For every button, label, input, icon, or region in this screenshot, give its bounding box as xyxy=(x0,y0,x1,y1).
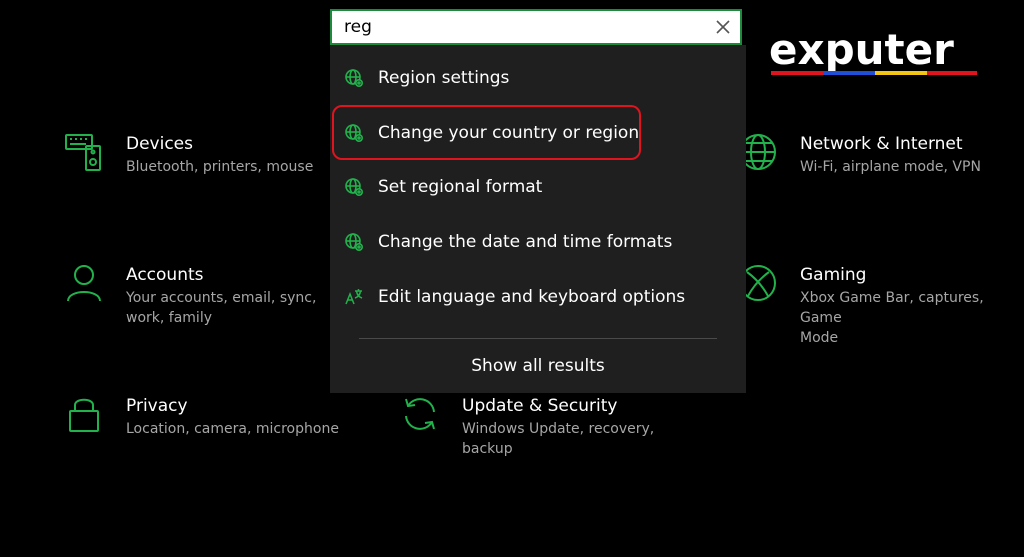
tile-subtitle: Location, camera, microphone xyxy=(126,421,339,437)
tile-update-security[interactable]: Update & Security Windows Update, recove… xyxy=(400,394,654,459)
tile-subtitle-line-1: Your accounts, email, sync, xyxy=(126,290,317,306)
tile-subtitle-line-1: Windows Update, recovery, xyxy=(462,421,655,437)
language-icon xyxy=(344,287,364,307)
tile-title: Update & Security xyxy=(462,396,618,416)
tile-title: Network & Internet xyxy=(800,134,963,154)
result-label: Edit language and keyboard options xyxy=(378,287,686,307)
tile-subtitle-line-1: Xbox Game Bar, captures, Game xyxy=(800,290,984,326)
close-icon[interactable] xyxy=(714,18,732,36)
tile-subtitle-line-2: work, family xyxy=(126,310,212,326)
globe-settings-icon xyxy=(344,68,364,88)
result-label: Change the date and time formats xyxy=(378,232,673,252)
logo-text: exputer xyxy=(769,30,954,74)
tile-title: Privacy xyxy=(126,396,188,416)
tile-accounts[interactable]: Accounts Your accounts, email, sync, wor… xyxy=(64,263,316,328)
tile-privacy[interactable]: Privacy Location, camera, microphone xyxy=(64,394,339,439)
tile-subtitle: Bluetooth, printers, mouse xyxy=(126,159,314,175)
tile-subtitle-line-2: Mode xyxy=(800,330,839,346)
tile-network[interactable]: Network & Internet Wi-Fi, airplane mode,… xyxy=(738,132,981,177)
person-icon xyxy=(64,263,104,303)
search-input[interactable] xyxy=(344,11,704,43)
exputer-logo: exputer xyxy=(767,30,981,82)
result-label: Change your country or region xyxy=(378,123,640,143)
result-label: Set regional format xyxy=(378,177,543,197)
result-edit-language-keyboard[interactable]: Edit language and keyboard options xyxy=(330,274,746,320)
sync-icon xyxy=(400,394,440,434)
globe-settings-icon xyxy=(344,232,364,252)
result-change-country-region[interactable]: Change your country or region xyxy=(330,110,746,156)
result-set-regional-format[interactable]: Set regional format xyxy=(330,164,746,210)
tile-title: Gaming xyxy=(800,265,867,285)
search-box xyxy=(330,9,742,45)
results-divider xyxy=(359,338,717,339)
lock-icon xyxy=(64,394,104,434)
search-results-panel: Region settings Change your country or r… xyxy=(330,45,746,393)
devices-icon xyxy=(64,132,104,172)
tile-gaming[interactable]: Gaming Xbox Game Bar, captures, Game Mod… xyxy=(738,263,1024,348)
tile-title: Devices xyxy=(126,134,193,154)
tile-title: Accounts xyxy=(126,265,204,285)
tile-subtitle-line-2: backup xyxy=(462,441,513,457)
tile-devices[interactable]: Devices Bluetooth, printers, mouse xyxy=(64,132,313,177)
result-label: Region settings xyxy=(378,68,510,88)
globe-settings-icon xyxy=(344,123,364,143)
result-region-settings[interactable]: Region settings xyxy=(330,55,746,101)
tile-subtitle: Wi-Fi, airplane mode, VPN xyxy=(800,159,981,175)
result-change-date-time-formats[interactable]: Change the date and time formats xyxy=(330,219,746,265)
globe-settings-icon xyxy=(344,177,364,197)
show-all-results-link[interactable]: Show all results xyxy=(330,351,746,381)
